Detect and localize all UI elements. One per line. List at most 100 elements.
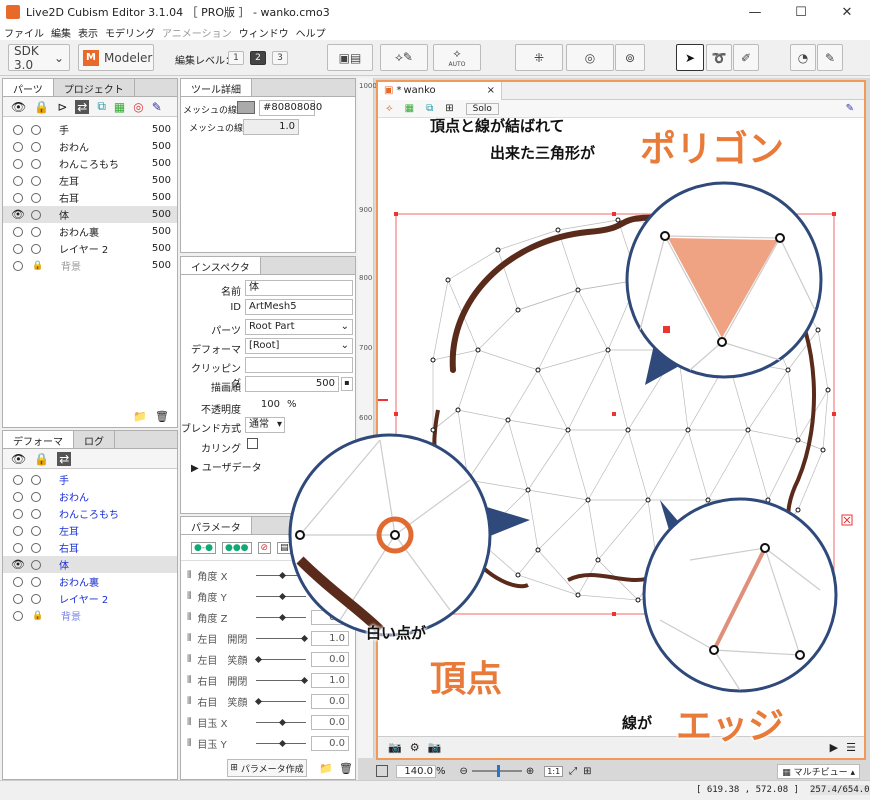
visibility-toggle[interactable] [13, 576, 23, 587]
glue-button[interactable]: ◎ [566, 44, 614, 71]
param-value[interactable]: 0.0 [311, 715, 349, 730]
lock-toggle[interactable] [31, 158, 41, 169]
slider-knob[interactable] [278, 592, 287, 601]
solo-button[interactable]: Solo [465, 102, 499, 115]
canvas[interactable] [378, 120, 864, 736]
list-icon[interactable]: ☰ [846, 741, 856, 754]
lock-toggle[interactable] [31, 542, 41, 553]
lasso-tool-button[interactable]: ➰ [706, 44, 732, 71]
deformer-icon[interactable]: ⊞ [445, 103, 453, 114]
userdata-toggle[interactable]: ▶ ユーザデータ [191, 459, 262, 474]
one-to-one-button[interactable]: 1:1 [544, 765, 564, 777]
edit-level-1[interactable]: 1 [228, 51, 244, 65]
lock-icon[interactable]: 🔒 [34, 100, 49, 114]
modeler-button[interactable]: M Modeler [78, 44, 154, 71]
slider-knob[interactable] [278, 718, 287, 727]
param-slider[interactable] [256, 613, 306, 622]
swap-icon[interactable]: ⇄ [75, 99, 90, 114]
parts-select[interactable]: Root Part ⌄ [245, 319, 353, 335]
zoom-out-icon[interactable]: ⊖ [460, 766, 468, 777]
multiview-button[interactable]: ▦ マルチビュー ▴ [777, 763, 860, 779]
tab-project[interactable]: プロジェクト [54, 79, 135, 96]
lock-toggle[interactable] [31, 559, 41, 570]
trash-icon[interactable]: 🗑 [155, 410, 169, 423]
lock-toggle[interactable] [31, 525, 41, 536]
folder-icon[interactable]: 📁 [319, 762, 333, 775]
keyform-remove-icon[interactable]: ⊘ [257, 541, 272, 554]
param-slider[interactable] [256, 592, 306, 601]
visibility-toggle[interactable] [13, 491, 23, 502]
tab-tool-detail[interactable]: ツール詳細 [181, 79, 252, 96]
menu-modeling[interactable]: モデリング [105, 25, 155, 40]
list-item[interactable]: わんころもち [3, 505, 177, 522]
param-value[interactable]: 0.0 [311, 736, 349, 751]
lock-toggle[interactable] [31, 474, 41, 485]
visibility-toggle[interactable] [13, 243, 23, 254]
pin-tool-button[interactable]: ⊚ [615, 44, 645, 71]
arrow-tool-button[interactable]: ➤ [676, 44, 704, 71]
visibility-toggle[interactable] [13, 542, 23, 553]
menu-edit[interactable]: 編集 [51, 25, 71, 40]
zoom-slider[interactable] [471, 765, 522, 777]
deformer-select[interactable]: [Root] ⌄ [245, 338, 353, 354]
slider-knob[interactable] [254, 655, 263, 664]
expand-icon[interactable]: ⧉ [97, 99, 106, 114]
list-item[interactable]: レイヤー 2 500 [3, 240, 177, 257]
visibility-toggle[interactable] [13, 593, 23, 604]
param-slider[interactable] [256, 571, 306, 580]
lock-toggle[interactable] [31, 226, 41, 237]
list-item[interactable]: 右耳 500 [3, 189, 177, 206]
brush-tool-button[interactable]: ✐ [733, 44, 759, 71]
zoom-field[interactable]: 140.0 [396, 764, 436, 778]
lock-icon[interactable]: 🔒 [32, 611, 43, 621]
sdk-select[interactable]: SDK 3.0 ⌄ [8, 44, 70, 72]
name-field[interactable]: 体 [245, 280, 353, 296]
maximize-button[interactable]: ☐ [778, 0, 824, 24]
visibility-toggle[interactable] [13, 141, 23, 152]
grid-icon[interactable]: ▦ [405, 103, 414, 114]
clipping-field[interactable] [245, 357, 353, 373]
blend-select[interactable]: 通常 ▾ [245, 417, 285, 433]
param-slider[interactable] [254, 697, 306, 706]
keyform-add-icon[interactable]: ●-● [191, 541, 216, 554]
param-slider[interactable] [256, 634, 309, 643]
lock-toggle[interactable] [31, 243, 41, 254]
lock-toggle[interactable] [31, 508, 41, 519]
camera-add-icon[interactable]: 📷 [428, 741, 442, 754]
pin-icon[interactable]: ✎ [846, 103, 854, 114]
eye-icon[interactable]: 👁 [11, 558, 25, 571]
mesh-edit-button[interactable]: ⟡✎ [380, 44, 428, 71]
keyform-add3-icon[interactable]: ●●● [221, 541, 252, 554]
tab-wanko[interactable]: ▣ * wanko × [378, 81, 502, 100]
visibility-toggle[interactable] [13, 260, 23, 271]
menu-window[interactable]: ウィンドウ [239, 25, 289, 40]
frame-view-icon[interactable]: ⊞ [583, 766, 591, 777]
swap-icon[interactable]: ⇄ [57, 451, 72, 466]
edit-level-3[interactable]: 3 [272, 51, 288, 65]
close-button[interactable]: ✕ [824, 0, 870, 24]
fit-icon[interactable] [376, 765, 388, 777]
visibility-toggle[interactable] [13, 175, 23, 186]
visibility-toggle[interactable] [13, 192, 23, 203]
id-field[interactable]: ArtMesh5 [245, 299, 353, 315]
lock-icon[interactable]: 🔒 [34, 452, 49, 466]
trash-icon[interactable]: 🗑 [339, 762, 353, 775]
tab-log[interactable]: ログ [74, 431, 115, 448]
slider-knob[interactable] [254, 697, 263, 706]
menu-file[interactable]: ファイル [4, 25, 44, 40]
lock-toggle[interactable] [31, 141, 41, 152]
param-slider[interactable] [256, 718, 306, 727]
list-item[interactable]: 左耳 500 [3, 172, 177, 189]
mesh-color-field[interactable]: #80808080 [259, 100, 322, 116]
list-item[interactable]: レイヤー 2 [3, 590, 177, 607]
list-item[interactable]: 🔒 背景 500 [3, 257, 177, 274]
lock-toggle[interactable] [31, 491, 41, 502]
culling-checkbox[interactable] [247, 438, 258, 449]
list-item[interactable]: 👁 体 500 [3, 206, 177, 223]
edit-level-2[interactable]: 2 [250, 51, 266, 65]
draw-order-field[interactable]: 500 [245, 376, 339, 392]
list-item[interactable]: おわん 500 [3, 138, 177, 155]
param-slider[interactable] [256, 676, 309, 685]
forward-icon[interactable]: ⊳ [57, 100, 67, 114]
create-parameter-button[interactable]: ⊞ パラメータ作成 [227, 759, 307, 777]
